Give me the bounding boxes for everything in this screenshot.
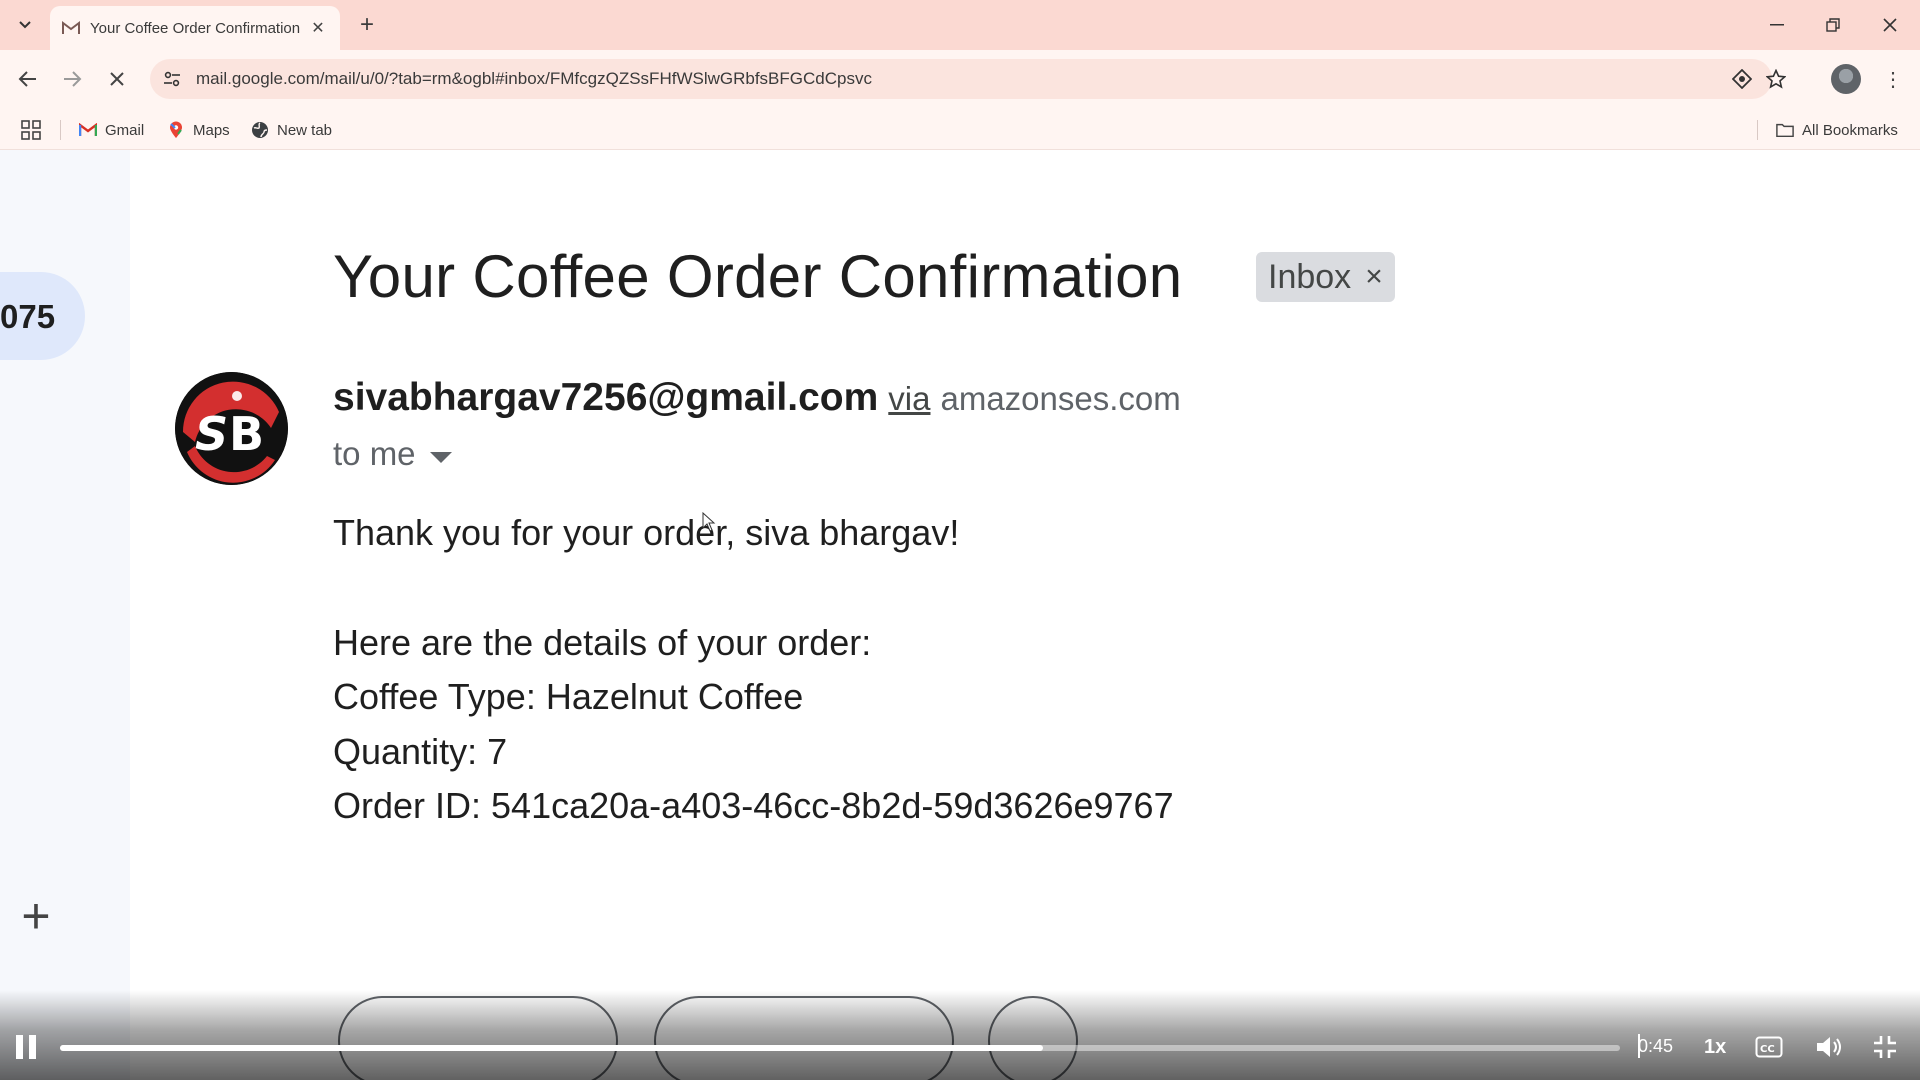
new-tab-plus-icon[interactable]: +	[352, 10, 382, 40]
browser-toolbar: mail.google.com/mail/u/0/?tab=rm&ogbl#in…	[0, 50, 1920, 108]
email-body-intro: Here are the details of your order:	[333, 622, 872, 663]
sender-line: sivabhargav7256@gmail.com via amazonses.…	[333, 376, 1181, 420]
bookmark-label: New tab	[277, 121, 333, 139]
playback-speed-button[interactable]: 1x	[1704, 1036, 1726, 1059]
tab-search-chevron-icon[interactable]	[10, 10, 40, 40]
maps-pin-icon	[167, 121, 185, 139]
bookmark-gmail[interactable]: Gmail	[79, 118, 144, 142]
sender-avatar[interactable]: S B	[175, 372, 288, 485]
forward-arrow-icon[interactable]	[55, 62, 89, 96]
recipient-line[interactable]: to me	[333, 435, 452, 473]
folder-icon	[1776, 121, 1794, 139]
google-lens-diamond-icon[interactable]	[1730, 67, 1754, 91]
gmail-page: 075 + Your Coffee Order Confirmation Inb…	[0, 150, 1920, 1080]
window-close-icon[interactable]	[1870, 8, 1910, 42]
mouse-pointer-icon	[702, 512, 716, 532]
globe-icon	[251, 121, 269, 139]
svg-text:B: B	[229, 407, 264, 461]
tab-title: Your Coffee Order Confirmation	[90, 19, 300, 37]
email-subject: Your Coffee Order Confirmation	[333, 243, 1183, 310]
gmail-favicon-icon	[62, 19, 80, 37]
sender-email[interactable]: sivabhargav7256@gmail.com	[333, 376, 878, 420]
bookmarks-bar: Gmail Maps New tab All Bookmarks	[0, 108, 1920, 150]
progress-bar[interactable]	[60, 1045, 1620, 1051]
browser-tab-strip: Your Coffee Order Confirmation ✕ +	[0, 0, 1920, 50]
tab-close-icon[interactable]: ✕	[308, 18, 328, 38]
remove-label-x-icon[interactable]: ×	[1365, 262, 1383, 292]
captions-cc-icon[interactable]: CC	[1752, 1030, 1786, 1064]
stop-loading-x-icon[interactable]	[100, 62, 134, 96]
restore-icon[interactable]	[1813, 8, 1853, 42]
email-body-coffee-type: Coffee Type: Hazelnut Coffee	[333, 676, 804, 717]
back-arrow-icon[interactable]	[11, 62, 45, 96]
new-label-plus-icon[interactable]: +	[14, 891, 58, 941]
bookmark-label: Gmail	[105, 121, 145, 139]
browser-tab-active[interactable]: Your Coffee Order Confirmation ✕	[50, 6, 340, 50]
inbox-label-text: Inbox	[1268, 257, 1352, 296]
more-menu-icon[interactable]: ⋮	[1878, 64, 1908, 94]
exit-fullscreen-icon[interactable]	[1868, 1030, 1902, 1064]
bookmarks-right-divider	[1757, 120, 1758, 140]
progress-bar-fill	[60, 1045, 1043, 1051]
inbox-unread-count: 075	[0, 298, 56, 335]
svg-text:S: S	[195, 407, 228, 461]
bookmark-star-icon[interactable]	[1764, 67, 1788, 91]
elapsed-time: 0:45	[1638, 1036, 1674, 1056]
address-bar[interactable]: mail.google.com/mail/u/0/?tab=rm&ogbl#in…	[150, 59, 1786, 99]
all-bookmarks-button[interactable]: All Bookmarks	[1776, 118, 1898, 142]
inbox-label-chip: Inbox ×	[1256, 252, 1395, 302]
volume-icon[interactable]	[1812, 1030, 1846, 1064]
email-body-quantity: Quantity: 7	[333, 731, 508, 772]
bookmark-new-tab[interactable]: New tab	[251, 118, 332, 142]
url-text[interactable]: mail.google.com/mail/u/0/?tab=rm&ogbl#in…	[196, 69, 872, 89]
profile-avatar[interactable]	[1831, 64, 1861, 94]
minimize-icon[interactable]	[1757, 8, 1797, 42]
via-link[interactable]: via	[888, 380, 930, 418]
screen: Your Coffee Order Confirmation ✕ + mail.…	[0, 0, 1920, 1080]
bookmark-label: Maps	[193, 121, 230, 139]
gmail-icon	[79, 121, 97, 139]
bookmarks-divider	[60, 120, 61, 140]
show-details-caret-icon[interactable]	[429, 451, 452, 463]
svg-text:CC: CC	[1760, 1044, 1775, 1055]
email-body-order-id: Order ID: 541ca20a-a403-46cc-8b2d-59d362…	[333, 785, 1174, 826]
video-player-controls: 0:45 1x CC	[0, 990, 1920, 1080]
all-bookmarks-label: All Bookmarks	[1802, 121, 1898, 139]
pause-icon[interactable]	[16, 1032, 44, 1062]
site-settings-tune-icon[interactable]	[160, 67, 184, 91]
bookmark-maps[interactable]: Maps	[167, 118, 230, 142]
recipient-text: to me	[333, 435, 416, 472]
apps-grid-icon[interactable]	[20, 119, 42, 141]
via-domain: amazonses.com	[940, 380, 1181, 417]
email-body-greeting: Thank you for your order, siva bhargav!	[333, 512, 960, 553]
